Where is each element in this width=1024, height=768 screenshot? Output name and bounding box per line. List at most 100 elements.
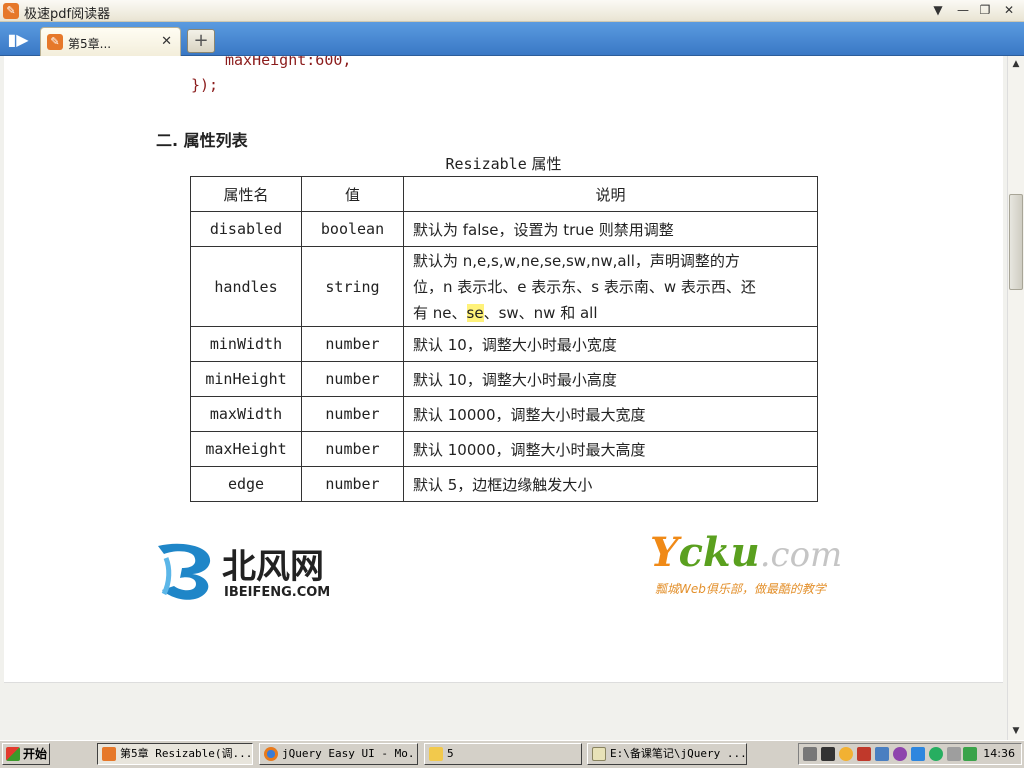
sidebar-toggle-icon[interactable]: ▮▶ xyxy=(4,29,32,51)
pdf-file-icon: ✎ xyxy=(47,34,63,50)
task-label: 第5章 Resizable(调... xyxy=(120,747,253,760)
beifeng-domain: IBEIFENG.COM xyxy=(224,585,330,600)
clock: 14:36 xyxy=(983,747,1015,760)
property-description-cell: 默认 10000，调整大小时最大高度 xyxy=(403,431,818,467)
table-row: minWidth number 默认 10，调整大小时最小宽度 xyxy=(190,326,818,362)
task-label: 5 xyxy=(447,747,454,760)
notepad-icon xyxy=(592,747,606,761)
header-description: 说明 xyxy=(403,176,818,212)
property-description-cell: 默认 5，边框边缘触发大小 xyxy=(403,466,818,502)
window-title-bar: ✎ 极速pdf阅读器 ▼ — ❐ ✕ xyxy=(0,0,1024,22)
pdf-page: maxHeight:600, }); 二. 属性列表 Resizable 属性 … xyxy=(4,56,1003,683)
property-table: 属性名 值 说明 disabled boolean 默认为 false，设置为 … xyxy=(190,176,818,502)
ycku-slogan: 瓢城Web俱乐部，做最酷的教学 xyxy=(655,582,826,596)
property-name-cell: handles xyxy=(190,246,302,327)
security-icon[interactable] xyxy=(963,747,977,761)
table-row: minHeight number 默认 10，调整大小时最小高度 xyxy=(190,361,818,397)
ycku-y: Y xyxy=(650,529,679,576)
property-description-cell: 默认 10，调整大小时最小高度 xyxy=(403,361,818,397)
property-value-cell: number xyxy=(301,396,404,432)
tab-label: 第5章... xyxy=(68,37,112,51)
windows-flag-icon xyxy=(6,747,20,761)
shield-icon[interactable] xyxy=(857,747,871,761)
ycku-logo: Ycku.com 瓢城Web俱乐部，做最酷的教学 xyxy=(650,528,860,603)
property-name-cell: minHeight xyxy=(190,361,302,397)
property-value-cell: number xyxy=(301,326,404,362)
property-name-cell: edge xyxy=(190,466,302,502)
close-window-button[interactable]: ✕ xyxy=(999,2,1019,19)
description-line: 位，n 表示北、e 表示东、s 表示南、w 表示西、还 xyxy=(413,277,756,296)
property-name-cell: maxWidth xyxy=(190,396,302,432)
app-tray-icon[interactable] xyxy=(893,747,907,761)
tab-document[interactable]: ✎ 第5章... ✕ xyxy=(40,27,181,56)
description-text: 、sw、nw 和 all xyxy=(483,303,598,322)
highlighted-selection[interactable]: se xyxy=(466,303,484,322)
volume-icon[interactable] xyxy=(947,747,961,761)
pdf-app-icon: ✎ xyxy=(3,3,19,19)
beifeng-chinese: 北风网 xyxy=(222,547,324,587)
property-value-cell: string xyxy=(301,246,404,327)
taskbar-item-browser[interactable]: jQuery Easy UI - Mo... xyxy=(259,743,418,765)
property-description-cell: 默认为 false，设置为 true 则禁用调整 xyxy=(403,211,818,247)
beifeng-logo: 北风网 IBEIFENG.COM xyxy=(158,543,330,600)
description-text: 有 ne、 xyxy=(413,303,467,322)
table-row: maxHeight number 默认 10000，调整大小时最大高度 xyxy=(190,431,818,467)
document-viewport[interactable]: maxHeight:600, }); 二. 属性列表 Resizable 属性 … xyxy=(0,56,1007,740)
property-description-cell: 默认为 n,e,s,w,ne,se,sw,nw,all，声明调整的方 位，n 表… xyxy=(403,246,818,327)
property-value-cell: boolean xyxy=(301,211,404,247)
minimize-button[interactable]: — xyxy=(953,2,973,19)
property-description-cell: 默认 10，调整大小时最小宽度 xyxy=(403,326,818,362)
property-description-cell: 默认 10000，调整大小时最大宽度 xyxy=(403,396,818,432)
header-property-name: 属性名 xyxy=(190,176,302,212)
scroll-up-icon[interactable]: ▲ xyxy=(1008,56,1024,73)
property-value-cell: number xyxy=(301,431,404,467)
pdf-app-icon xyxy=(102,747,116,761)
description-line: 有 ne、se、sw、nw 和 all xyxy=(413,300,808,326)
table-row: edge number 默认 5，边框边缘触发大小 xyxy=(190,466,818,502)
property-value-cell: number xyxy=(301,361,404,397)
table-caption-text: 属性 xyxy=(531,155,562,173)
scroll-down-icon[interactable]: ▼ xyxy=(1008,723,1024,740)
ycku-wordmark: Ycku.com xyxy=(650,528,842,580)
vertical-scrollbar[interactable]: ▲ ▼ xyxy=(1007,56,1024,740)
scrollbar-thumb[interactable] xyxy=(1009,194,1023,290)
network-icon[interactable] xyxy=(875,747,889,761)
taskbar: 开始 第5章 Resizable(调... jQuery Easy UI - M… xyxy=(0,740,1024,768)
keyboard-icon[interactable] xyxy=(803,747,817,761)
taskbar-item-folder[interactable]: 5 xyxy=(424,743,582,765)
system-tray: 14:36 xyxy=(798,743,1022,765)
table-row: disabled boolean 默认为 false，设置为 true 则禁用调… xyxy=(190,211,818,247)
table-row: handles string 默认为 n,e,s,w,ne,se,sw,nw,a… xyxy=(190,246,818,327)
folder-icon xyxy=(429,747,443,761)
qq-icon[interactable] xyxy=(839,747,853,761)
code-line: }); xyxy=(191,76,219,94)
tab-bar: ▮▶ ✎ 第5章... ✕ + xyxy=(0,22,1024,56)
close-tab-icon[interactable]: ✕ xyxy=(161,34,172,49)
taskbar-item-notepad[interactable]: E:\备课笔记\jQuery ... xyxy=(587,743,747,765)
property-name-cell: disabled xyxy=(190,211,302,247)
start-label: 开始 xyxy=(23,747,48,761)
ycku-com: .com xyxy=(759,535,843,575)
taskbar-item-pdf[interactable]: 第5章 Resizable(调... xyxy=(97,743,253,765)
code-line: maxHeight:600, xyxy=(225,56,352,69)
video-icon[interactable] xyxy=(821,747,835,761)
window-title: 极速pdf阅读器 xyxy=(24,7,111,22)
table-caption-name: Resizable xyxy=(445,155,527,173)
property-name-cell: maxHeight xyxy=(190,431,302,467)
new-tab-button[interactable]: + xyxy=(187,29,215,53)
table-header-row: 属性名 值 说明 xyxy=(190,176,818,212)
task-label: jQuery Easy UI - Mo... xyxy=(282,747,418,760)
menu-dropdown-icon[interactable]: ▼ xyxy=(928,2,948,19)
task-label: E:\备课笔记\jQuery ... xyxy=(610,747,747,760)
section-heading: 二. 属性列表 xyxy=(156,131,248,150)
description-line: 默认为 n,e,s,w,ne,se,sw,nw,all，声明调整的方 xyxy=(413,251,740,270)
restore-button[interactable]: ❐ xyxy=(975,2,995,19)
add-icon[interactable] xyxy=(929,747,943,761)
chart-icon[interactable] xyxy=(911,747,925,761)
start-button[interactable]: 开始 xyxy=(2,743,50,765)
firefox-icon xyxy=(264,747,278,761)
property-name-cell: minWidth xyxy=(190,326,302,362)
property-value-cell: number xyxy=(301,466,404,502)
ycku-cku: cku xyxy=(678,529,760,576)
table-caption: Resizable 属性 xyxy=(190,153,817,174)
